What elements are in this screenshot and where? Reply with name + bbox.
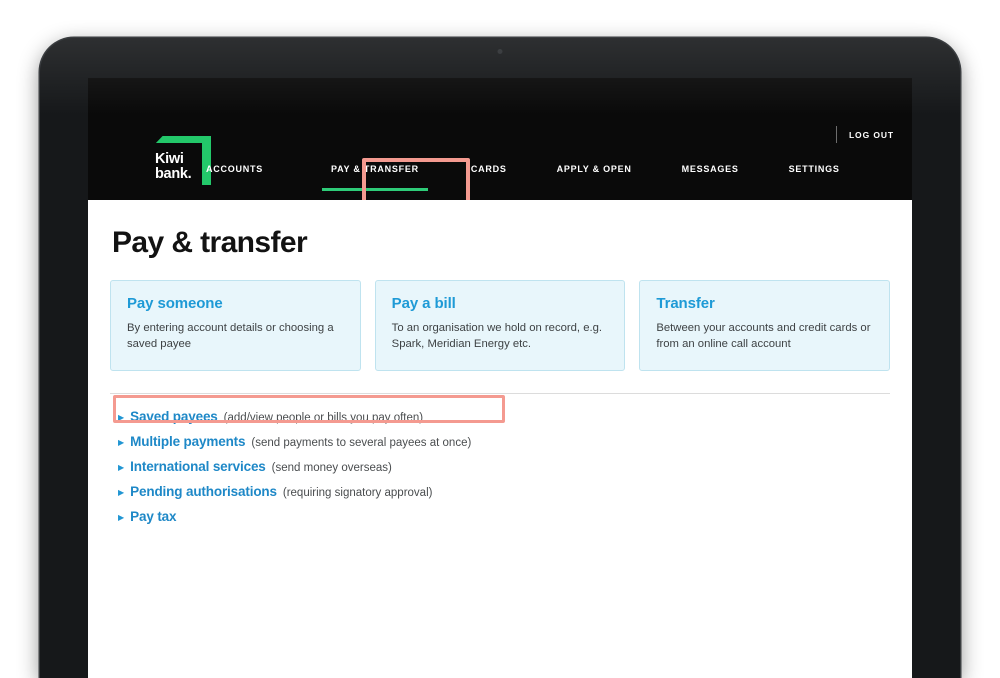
header-divider [835,126,837,143]
link-international-services[interactable]: ▶ International services (send money ove… [110,454,890,479]
main-navigation: ACCOUNTS PAY & TRANSFER CARDS APPLY & OP… [206,156,902,200]
link-note: (send money overseas) [271,462,392,474]
link-label: International services [130,459,266,474]
nav-item-accounts[interactable]: ACCOUNTS [206,156,263,174]
card-title: Pay someone [127,295,223,312]
card-pay-someone[interactable]: Pay someone By entering account details … [110,280,361,371]
card-transfer[interactable]: Transfer Between your accounts and credi… [639,280,891,371]
chevron-right-icon: ▶ [118,463,125,472]
nav-item-settings[interactable]: SETTINGS [789,156,840,174]
quick-links-list: ▶ Saved payees (add/view people or bills… [110,394,890,529]
nav-item-messages[interactable]: MESSAGES [682,156,739,174]
card-title: Pay a bill [391,295,456,312]
card-description: By entering account details or choosing … [127,322,334,350]
nav-item-apply-and-open[interactable]: APPLY & OPEN [557,156,632,174]
nav-item-cards[interactable]: CARDS [471,156,507,174]
link-label: Multiple payments [130,434,246,449]
chevron-right-icon: ▶ [118,413,125,422]
chevron-right-icon: ▶ [118,513,125,522]
logo-text-line-1: Kiwi [155,150,184,167]
card-pay-a-bill[interactable]: Pay a bill To an organisation we hold on… [374,280,626,371]
link-label: Pending authorisations [130,484,277,499]
logo-text-line-2: bank. [155,166,192,182]
link-note: (send payments to several payees at once… [251,437,472,449]
logout-area: LOG OUT [835,126,894,143]
card-title: Transfer [656,295,715,312]
page-content: Pay & transfer Pay someone By entering a… [88,200,912,678]
page-title: Pay & transfer [112,226,308,259]
link-pending-authorisations[interactable]: ▶ Pending authorisations (requiring sign… [110,479,890,504]
chevron-right-icon: ▶ [118,488,125,497]
browser-screen: LOG OUT Kiwi bank. ACCOUNTS PAY & TRANSF… [88,78,912,678]
card-description: Between your accounts and credit cards o… [656,322,871,350]
nav-item-pay-and-transfer[interactable]: PAY & TRANSFER [322,156,428,191]
link-pay-tax[interactable]: ▶ Pay tax [110,504,890,529]
link-note: (requiring signatory approval) [282,487,433,499]
link-note: (add/view people or bills you pay often) [223,412,424,424]
logout-button[interactable]: LOG OUT [849,130,894,140]
logo-black-tile: Kiwi bank. [150,143,202,191]
chevron-right-icon: ▶ [118,438,125,447]
link-label: Pay tax [130,509,177,524]
link-label: Saved payees [130,409,218,424]
link-saved-payees[interactable]: ▶ Saved payees (add/view people or bills… [110,404,890,429]
link-multiple-payments[interactable]: ▶ Multiple payments (send payments to se… [110,429,890,454]
tablet-device-frame: LOG OUT Kiwi bank. ACCOUNTS PAY & TRANSF… [40,38,960,678]
action-card-grid: Pay someone By entering account details … [110,280,891,371]
site-header: LOG OUT Kiwi bank. ACCOUNTS PAY & TRANSF… [88,78,912,220]
front-camera-icon [497,49,503,54]
card-description: To an organisation we hold on record, e.… [391,322,603,350]
